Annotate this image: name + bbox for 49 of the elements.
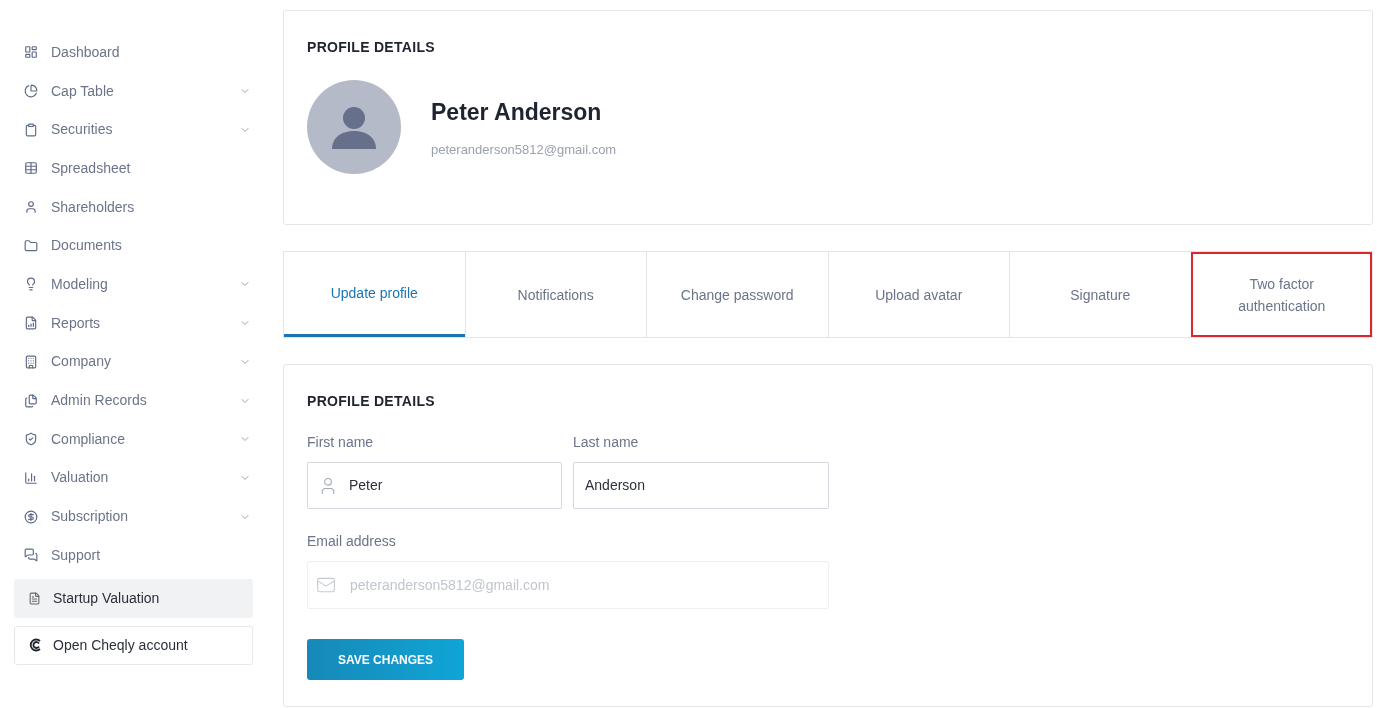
c-logo-icon — [29, 638, 43, 653]
document-icon — [28, 591, 41, 605]
sidebar-item-icon — [24, 432, 38, 447]
sidebar-item[interactable]: Shareholders — [14, 187, 253, 227]
sidebar-item-icon — [24, 238, 38, 253]
field-label: Email address — [307, 532, 397, 551]
sidebar-item[interactable]: Admin Records — [14, 381, 253, 420]
sidebar-item-icon — [24, 548, 38, 563]
sidebar-item-icon — [24, 277, 38, 292]
sidebar-item[interactable]: Dashboard — [14, 33, 253, 72]
sidebar-item[interactable]: Documents — [14, 226, 253, 266]
sidebar-item[interactable]: Subscription — [14, 497, 253, 536]
sidebar-item-icon — [24, 470, 38, 485]
field-label: First name — [307, 433, 375, 452]
sidebar-item[interactable]: Support — [14, 535, 253, 575]
card-title: PROFILE DETAILS — [307, 38, 436, 57]
sidebar-action[interactable]: Open Cheqly account — [14, 625, 253, 665]
sidebar-item[interactable]: Modeling — [14, 265, 253, 304]
sidebar-item[interactable]: Securities — [14, 110, 253, 150]
field-label: Last name — [573, 433, 640, 452]
last-name-field[interactable]: Anderson — [573, 462, 829, 509]
profile-name: Peter Anderson — [431, 98, 603, 127]
mail-icon — [316, 575, 336, 595]
sidebar-item-icon — [24, 200, 38, 215]
save-changes-button[interactable]: SAVE CHANGES — [307, 639, 464, 680]
sidebar-item[interactable]: Reports — [14, 303, 253, 343]
tab[interactable]: Signature — [1009, 252, 1191, 337]
tab[interactable]: Change password — [646, 252, 828, 337]
sidebar-item-icon — [24, 393, 38, 408]
tab[interactable]: Update profile — [284, 252, 465, 337]
sidebar-item-icon — [24, 509, 38, 524]
sidebar-item[interactable]: Valuation — [14, 458, 253, 498]
sidebar-item-icon — [24, 161, 38, 176]
first-name-field[interactable]: Peter — [307, 462, 562, 509]
tab[interactable]: Two factor authentication — [1190, 252, 1372, 337]
sidebar-item-icon — [24, 316, 38, 331]
sidebar-item-icon — [24, 354, 38, 369]
sidebar-item-icon — [24, 122, 38, 137]
sidebar-action[interactable]: Startup Valuation — [14, 578, 253, 618]
card-title: PROFILE DETAILS — [307, 392, 436, 411]
tab[interactable]: Upload avatar — [827, 252, 1009, 337]
tab[interactable]: Notifications — [464, 252, 646, 337]
sidebar-item-icon — [24, 84, 38, 99]
sidebar-item[interactable]: Spreadsheet — [14, 149, 253, 188]
sidebar-item[interactable]: Company — [14, 342, 253, 382]
sidebar-item[interactable]: Compliance — [14, 419, 253, 459]
profile-email: peteranderson5812@gmail.com — [431, 140, 617, 159]
sidebar-item[interactable]: Cap Table — [14, 71, 253, 111]
sidebar-item-icon — [24, 45, 38, 60]
